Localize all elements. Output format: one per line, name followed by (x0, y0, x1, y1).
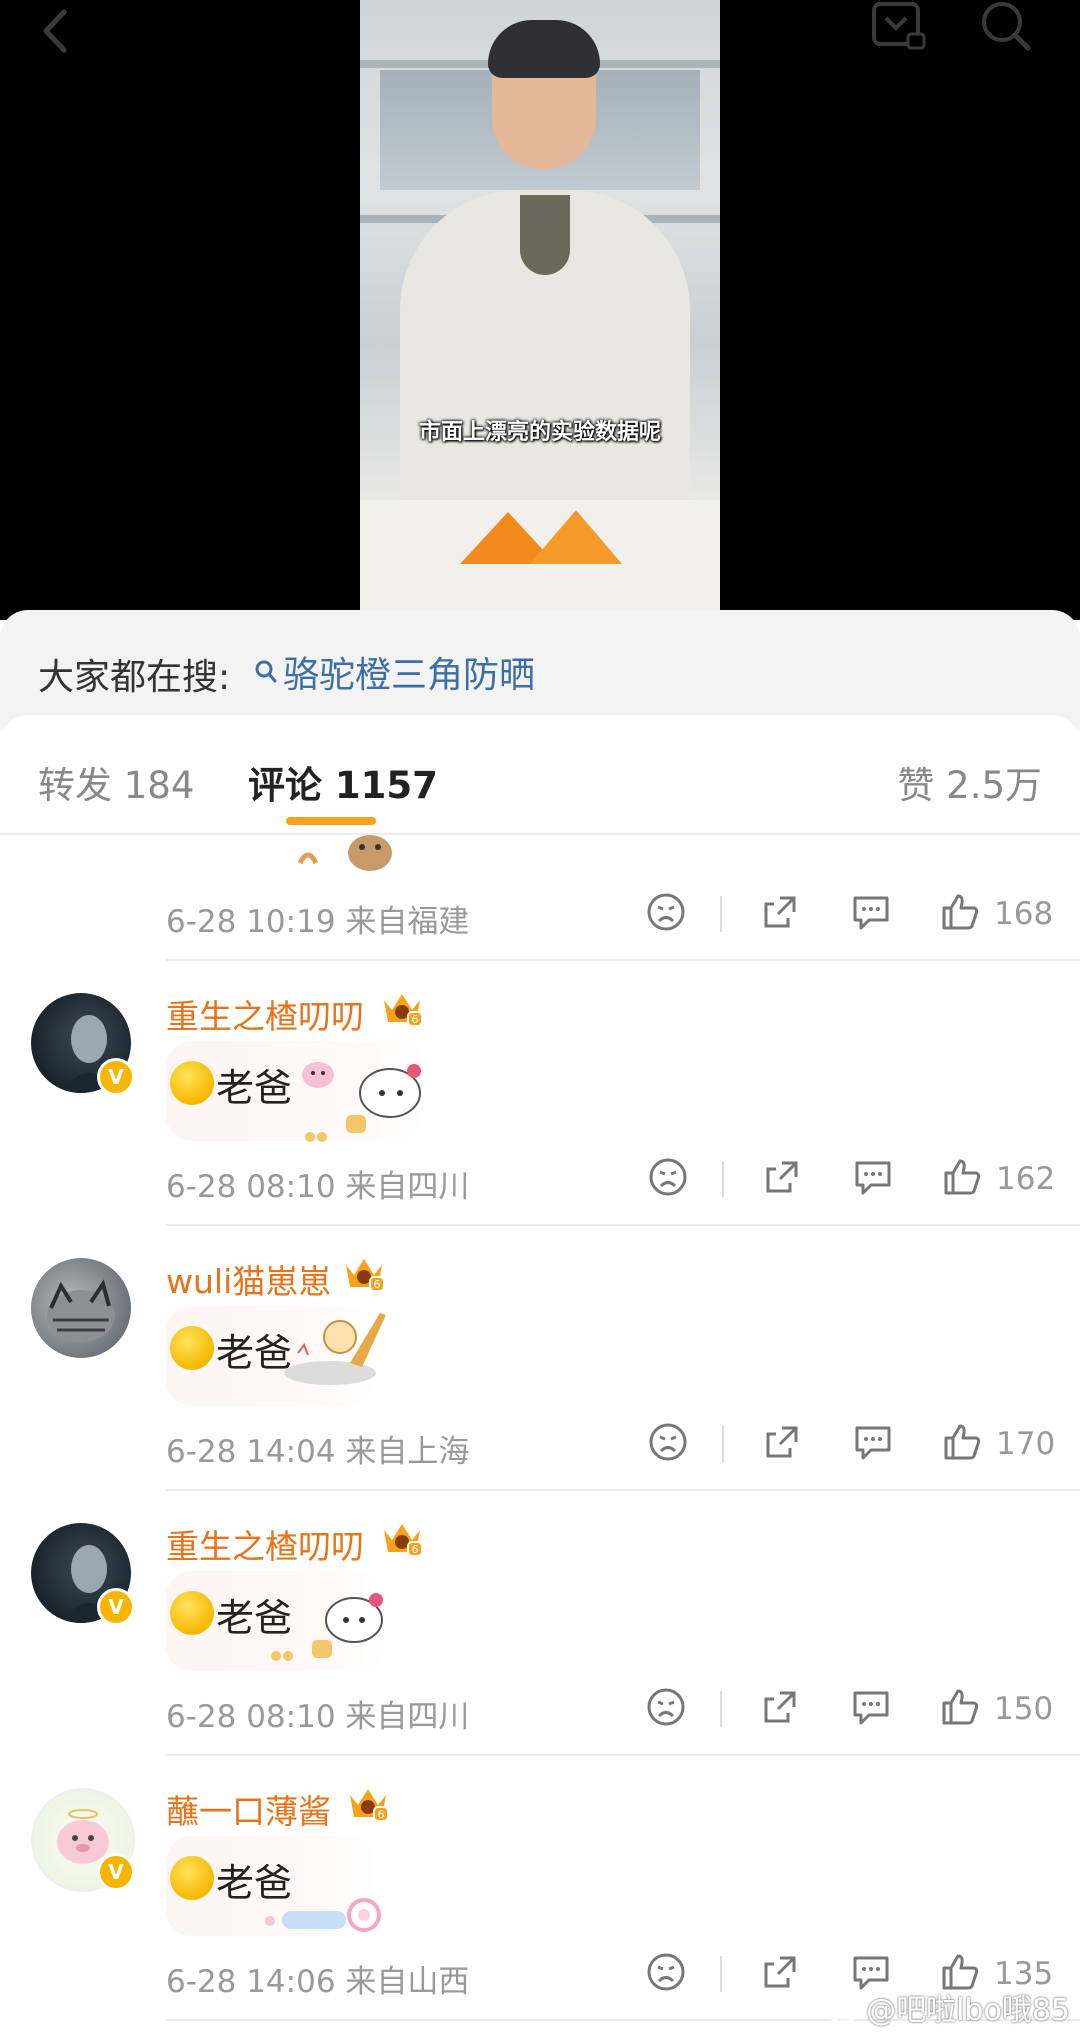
action-divider (720, 1691, 722, 1727)
comment-username[interactable]: 蘸一口薄酱 (166, 1785, 331, 1833)
yellow-face-emoji (170, 1591, 214, 1635)
verified-badge: V (97, 1853, 135, 1891)
weibo-watermark: @吧啦lbo哦85 (826, 1985, 1070, 2029)
svg-text:6: 6 (412, 1013, 419, 1026)
yellow-face-emoji (170, 1326, 214, 1370)
dislike-icon[interactable] (646, 1420, 690, 1464)
video-frame: 市面上漂亮的实验数据呢 (360, 0, 720, 620)
comment-text: 老爸 (216, 1066, 293, 1110)
crown-icon: 6 (384, 994, 423, 1027)
dislike-icon[interactable] (644, 1950, 688, 1994)
action-divider (722, 1426, 724, 1462)
comment-username[interactable]: 重生之楂叨叨 (166, 1520, 364, 1568)
search-icon[interactable] (978, 0, 1034, 52)
trending-search-link[interactable]: 骆驼橙三角防晒 (255, 646, 535, 698)
action-divider (720, 896, 722, 932)
svg-text:6: 6 (374, 1278, 381, 1291)
yellow-face-emoji (170, 1061, 214, 1105)
crown-icon: 6 (350, 1789, 389, 1822)
svg-text:6: 6 (412, 1543, 419, 1556)
like-icon[interactable] (938, 890, 982, 934)
video-subtitle: 市面上漂亮的实验数据呢 (418, 420, 661, 445)
comment-meta: 6-28 10:19 来自福建 168 (166, 893, 1080, 940)
weibo-logo-icon (826, 1992, 864, 2024)
like-count: 150 (994, 1691, 1054, 1727)
action-divider (720, 1956, 722, 1992)
share-icon[interactable] (760, 1420, 804, 1464)
watermark-text: @吧啦lbo哦85 (866, 1993, 1070, 2028)
active-tab-indicator (286, 817, 376, 825)
dislike-icon[interactable] (644, 1685, 688, 1729)
tab-likes[interactable]: 赞 2.5万 (897, 755, 1042, 809)
share-icon[interactable] (760, 1155, 804, 1199)
verified-badge: V (97, 1058, 135, 1096)
comment-list: 6-28 10:19 来自福建 168 V 重生之楂叨叨 6 老爸 6-28 0… (0, 833, 1080, 2033)
svg-text:6: 6 (378, 1808, 385, 1821)
comment-separator (166, 1489, 1080, 1491)
reply-icon[interactable] (851, 1155, 895, 1199)
sticker-bear (297, 835, 392, 871)
share-icon[interactable] (758, 890, 802, 934)
like-icon[interactable] (940, 1155, 984, 1199)
crown-icon: 6 (384, 1524, 423, 1557)
trending-search-bar: 大家都在搜: 骆驼橙三角防晒 (0, 610, 1080, 730)
video-player[interactable]: 市面上漂亮的实验数据呢 (0, 0, 1080, 620)
download-icon[interactable] (868, 0, 928, 52)
crown-icon: 6 (346, 1259, 385, 1292)
avatar[interactable] (31, 1258, 131, 1358)
like-count: 170 (996, 1426, 1056, 1462)
tab-repost[interactable]: 转发 184 (38, 755, 194, 809)
yellow-face-emoji (170, 1856, 214, 1900)
verified-badge: V (97, 1588, 135, 1626)
comment-meta: 6-28 14:04 来自上海 170 (166, 1423, 1080, 1470)
like-icon[interactable] (938, 1685, 982, 1729)
trending-search-label: 大家都在搜: (38, 657, 231, 698)
like-icon[interactable] (940, 1420, 984, 1464)
comment-separator (166, 959, 1080, 961)
reply-icon[interactable] (849, 1685, 893, 1729)
share-icon[interactable] (758, 1685, 802, 1729)
comment-time-location: 6-28 14:06 来自山西 (166, 1964, 470, 2000)
search-small-icon (255, 660, 277, 683)
share-icon[interactable] (758, 1950, 802, 1994)
comment-time-location: 6-28 10:19 来自福建 (166, 904, 470, 940)
sticker-hello-kitty (271, 1593, 383, 1661)
comment-time-location: 6-28 08:10 来自四川 (166, 1169, 470, 1205)
presenter-collar (520, 195, 570, 275)
back-icon[interactable] (36, 6, 76, 56)
dislike-icon[interactable] (644, 890, 688, 934)
tab-comments[interactable]: 评论 1157 (248, 755, 438, 809)
comment-time-location: 6-28 08:10 来自四川 (166, 1699, 470, 1735)
comment-username[interactable]: 重生之楂叨叨 (166, 990, 364, 1038)
sticker-hello-kitty (302, 1062, 421, 1142)
like-count: 162 (996, 1161, 1056, 1197)
comment-meta: 6-28 08:10 来自四川 150 (166, 1688, 1080, 1735)
comment-separator (166, 1224, 1080, 1226)
reply-icon[interactable] (851, 1420, 895, 1464)
trending-search-query: 骆驼橙三角防晒 (283, 655, 536, 696)
comment-meta: 6-28 08:10 来自四川 162 (166, 1158, 1080, 1205)
like-count: 168 (994, 896, 1054, 932)
sticker-pink-ring (265, 1898, 381, 1932)
comment-separator (166, 1754, 1080, 1756)
comment-tabs: 转发 184 评论 1157 赞 2.5万 (0, 715, 1080, 835)
sticker-little-prince (284, 1313, 386, 1385)
presenter-hair (488, 20, 600, 78)
action-divider (722, 1161, 724, 1197)
comment-time-location: 6-28 14:04 来自上海 (166, 1434, 470, 1470)
reply-icon[interactable] (849, 890, 893, 934)
dislike-icon[interactable] (646, 1155, 690, 1199)
product-triangle (530, 510, 622, 564)
